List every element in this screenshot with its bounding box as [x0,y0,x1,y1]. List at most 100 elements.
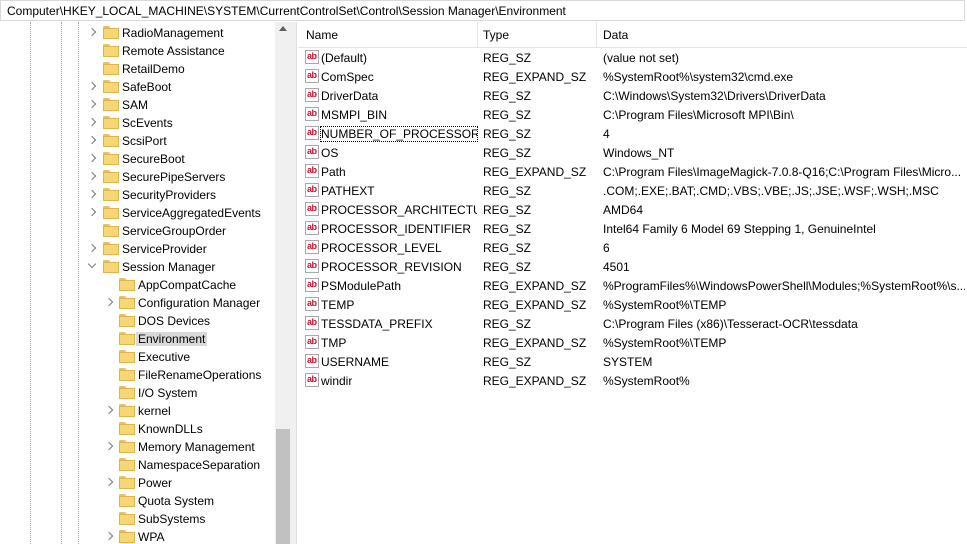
chevron-right-icon[interactable] [104,477,114,487]
value-icon-glyph: ab [307,146,317,156]
folder-icon [103,62,119,75]
value-row[interactable]: ab (Default) REG_SZ (value not set) [298,48,967,67]
value-name: PSModulePath [321,279,402,293]
tree-item-sam[interactable]: SAM [0,96,275,114]
value-row[interactable]: ab PROCESSOR_IDENTIFIER REG_SZ Intel64 Fami… [298,219,967,238]
chevron-down-icon[interactable] [87,259,97,269]
registry-tree[interactable]: RadioManagement Remote Assistance RetailDe… [0,22,291,544]
value-row[interactable]: ab PSModulePath REG_EXPAND_SZ %ProgramFiles… [298,276,967,295]
tree-item-memory-management[interactable]: Memory Management [0,438,275,456]
tree-item-servicegrouporder[interactable]: ServiceGroupOrder [0,222,275,240]
column-divider[interactable] [477,22,478,47]
chevron-right-icon[interactable] [87,207,97,217]
chevron-right-icon[interactable] [87,243,97,253]
string-value-icon: ab [305,164,319,178]
tree-item-executive[interactable]: Executive [0,348,275,366]
chevron-right-icon[interactable] [87,27,97,37]
tree-item-label: SubSystems [138,512,206,526]
folder-icon [103,260,119,273]
tree-item-label: Executive [138,350,191,364]
scroll-thumb[interactable] [276,429,290,544]
string-value-icon: ab [305,335,319,349]
chevron-right-icon[interactable] [87,189,97,199]
value-data: AMD64 [603,203,644,217]
chevron-right-icon[interactable] [87,135,97,145]
tree-item-safeboot[interactable]: SafeBoot [0,78,275,96]
value-row[interactable]: ab TEMP REG_EXPAND_SZ %SystemRoot%\TEMP [298,295,967,314]
value-row[interactable]: ab ComSpec REG_EXPAND_SZ %SystemRoot%\syste… [298,67,967,86]
tree-item-scevents[interactable]: ScEvents [0,114,275,132]
tree-item-knowndlls[interactable]: KnownDLLs [0,420,275,438]
pane-splitter[interactable] [291,22,297,544]
value-row[interactable]: ab TESSDATA_PREFIX REG_SZ C:\Program Files … [298,314,967,333]
value-row[interactable]: ab PROCESSOR_ARCHITECTURE REG_SZ AMD64 [298,200,967,219]
tree-item-secureboot[interactable]: SecureBoot [0,150,275,168]
chevron-right-icon[interactable] [104,531,114,541]
tree-item-serviceprovider[interactable]: ServiceProvider [0,240,275,258]
column-header-type[interactable]: Type [483,28,509,42]
chevron-right-icon[interactable] [87,153,97,163]
tree-item-securepipeservers[interactable]: SecurePipeServers [0,168,275,186]
address-bar[interactable]: Computer\HKEY_LOCAL_MACHINE\SYSTEM\Curre… [0,0,965,21]
column-header-name[interactable]: Name [306,28,338,42]
tree-item-filerenameoperations[interactable]: FileRenameOperations [0,366,275,384]
value-icon-glyph: ab [307,260,317,270]
chevron-right-icon[interactable] [87,171,97,181]
tree-item-label: FileRenameOperations [138,368,262,382]
tree-item-securityproviders[interactable]: SecurityProviders [0,186,275,204]
tree-item-subsystems[interactable]: SubSystems [0,510,275,528]
folder-icon [103,98,119,111]
tree-item-session-manager[interactable]: Session Manager [0,258,275,276]
value-row[interactable]: ab USERNAME REG_SZ SYSTEM [298,352,967,371]
tree-item-kernel[interactable]: kernel [0,402,275,420]
column-header-data[interactable]: Data [603,28,628,42]
tree-item-i-o-system[interactable]: I/O System [0,384,275,402]
value-row[interactable]: ab windir REG_EXPAND_SZ %SystemRoot% [298,371,967,390]
value-row[interactable]: ab PROCESSOR_LEVEL REG_SZ 6 [298,238,967,257]
chevron-right-icon[interactable] [104,405,114,415]
tree-item-configuration-manager[interactable]: Configuration Manager [0,294,275,312]
value-row[interactable]: ab TMP REG_EXPAND_SZ %SystemRoot%\TEMP [298,333,967,352]
chevron-right-icon[interactable] [87,117,97,127]
value-icon-glyph: ab [307,70,317,80]
tree-item-dos-devices[interactable]: DOS Devices [0,312,275,330]
value-name: DriverData [321,89,379,103]
chevron-right-icon[interactable] [104,297,114,307]
tree-item-appcompatcache[interactable]: AppCompatCache [0,276,275,294]
chevron-right-icon[interactable] [104,441,114,451]
tree-item-namespaceseparation[interactable]: NamespaceSeparation [0,456,275,474]
tree-item-wpa[interactable]: WPA [0,528,275,544]
value-name: NUMBER_OF_PROCESSORS [320,126,478,142]
scroll-up-icon[interactable] [279,26,287,31]
column-divider[interactable] [596,22,597,47]
value-data: .COM;.EXE;.BAT;.CMD;.VBS;.VBE;.JS;.JSE;.… [603,184,939,198]
value-data: SYSTEM [603,355,653,369]
tree-item-environment[interactable]: Environment [0,330,275,348]
value-name: Path [321,165,346,179]
tree-item-power[interactable]: Power [0,474,275,492]
string-value-icon: ab [305,107,319,121]
tree-item-remote-assistance[interactable]: Remote Assistance [0,42,275,60]
value-name: PROCESSOR_ARCHITECTURE [321,203,477,217]
tree-scrollbar[interactable] [275,22,291,544]
chevron-right-icon[interactable] [87,99,97,109]
value-row[interactable]: ab MSMPI_BIN REG_SZ C:\Program Files\Micros… [298,105,967,124]
value-row[interactable]: ab OS REG_SZ Windows_NT [298,143,967,162]
value-data: Windows_NT [603,146,675,160]
chevron-right-icon[interactable] [87,81,97,91]
tree-item-radiomanagement[interactable]: RadioManagement [0,24,275,42]
tree-item-scsiport[interactable]: ScsiPort [0,132,275,150]
string-value-icon: ab [305,221,319,235]
string-value-icon: ab [305,202,319,216]
value-row[interactable]: ab Path REG_EXPAND_SZ C:\Program Files\Imag… [298,162,967,181]
tree-item-serviceaggregatedevents[interactable]: ServiceAggregatedEvents [0,204,275,222]
value-name: PROCESSOR_REVISION [321,260,462,274]
tree-item-retaildemo[interactable]: RetailDemo [0,60,275,78]
value-data: C:\Program Files (x86)\Tesseract-OCR\tes… [603,317,858,331]
value-row[interactable]: ab PROCESSOR_REVISION REG_SZ 4501 [298,257,967,276]
value-row[interactable]: ab DriverData REG_SZ C:\Windows\System32\Dr… [298,86,967,105]
folder-icon [103,26,119,39]
value-row[interactable]: ab NUMBER_OF_PROCESSORS REG_SZ 4 [298,124,967,143]
tree-item-quota-system[interactable]: Quota System [0,492,275,510]
value-row[interactable]: ab PATHEXT REG_SZ .COM;.EXE;.BAT;.CMD;.VBS;… [298,181,967,200]
